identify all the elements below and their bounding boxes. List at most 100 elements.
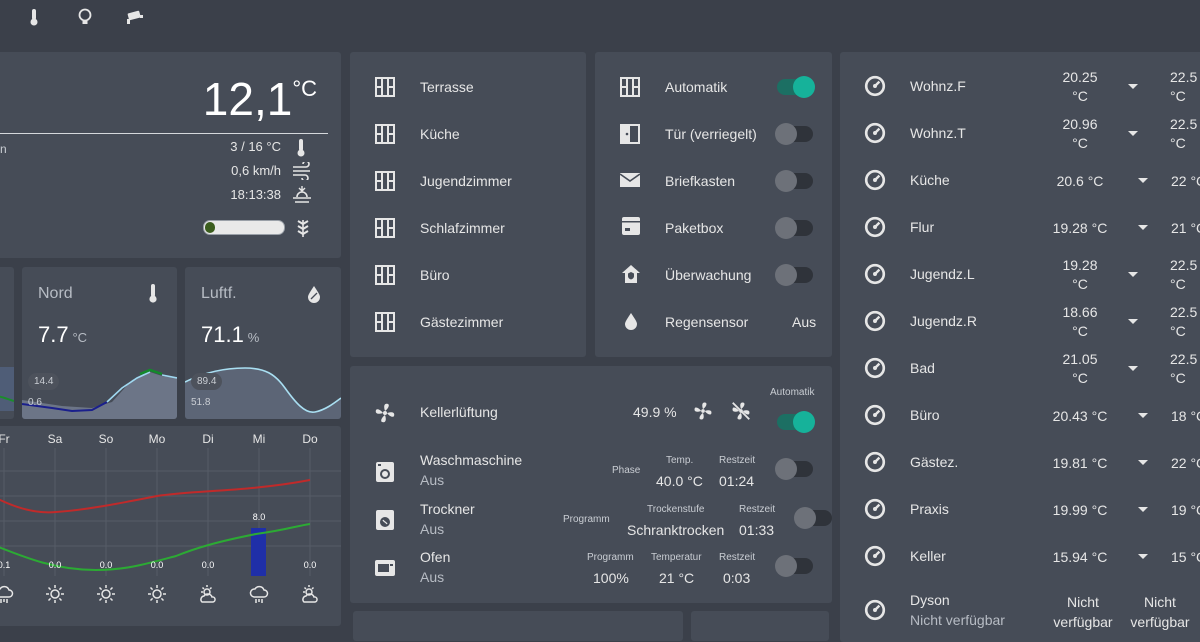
trockner-toggle[interactable] bbox=[794, 507, 832, 529]
thermostat-target[interactable]: 22.5 °C bbox=[1170, 256, 1197, 294]
ueberwachung-label: Überwachung bbox=[665, 267, 752, 283]
window-row-label[interactable]: Jugendzimmer bbox=[420, 173, 512, 189]
waschmaschine-toggle[interactable] bbox=[775, 458, 813, 480]
dyson-value-1: Nicht verfügbar bbox=[1053, 594, 1113, 630]
camera-icon[interactable] bbox=[125, 7, 145, 27]
thermostat-name: Gästez. bbox=[910, 454, 959, 470]
package-icon bbox=[622, 217, 640, 235]
window-row-label[interactable]: Büro bbox=[420, 267, 450, 283]
chevron-down-icon[interactable] bbox=[1128, 131, 1138, 136]
window-row-label[interactable]: Gästezimmer bbox=[420, 314, 503, 330]
thermostat-target[interactable]: 22.5 °C bbox=[1170, 350, 1197, 388]
door-icon bbox=[620, 124, 640, 144]
fan-off-icon[interactable] bbox=[730, 400, 752, 422]
fan-icon bbox=[375, 403, 395, 423]
fan-icon[interactable] bbox=[692, 400, 714, 422]
window-icon bbox=[375, 265, 395, 285]
window-icon bbox=[375, 218, 395, 238]
thermostat-icon bbox=[864, 122, 886, 144]
chevron-down-icon[interactable] bbox=[1128, 84, 1138, 89]
paketbox-toggle[interactable] bbox=[775, 217, 813, 239]
automatik-toggle[interactable] bbox=[777, 76, 815, 98]
bottom-card-2 bbox=[691, 611, 829, 641]
pollen-bar bbox=[203, 220, 285, 235]
nord-title: Nord bbox=[38, 285, 73, 302]
humidity-card[interactable]: Luftf. 71.1 % 89.4 51.8 bbox=[185, 267, 341, 419]
tuer-label: Tür (verriegelt) bbox=[665, 126, 757, 142]
thermostat-target[interactable]: 15 °C bbox=[1171, 548, 1200, 567]
kellerlueftung-value: 49.9 % bbox=[633, 404, 677, 420]
thermostat-target[interactable]: 19 °C bbox=[1171, 501, 1200, 520]
rain-cloud-icon bbox=[0, 585, 14, 603]
ofen-temp-label: Temperatur bbox=[651, 552, 702, 563]
kellerlueftung-label: Kellerlüftung bbox=[420, 404, 498, 420]
waschmaschine-temp-label: Temp. bbox=[666, 455, 694, 466]
thermostat-current: 20.25 °C bbox=[1062, 69, 1098, 104]
ofen-program: 100% bbox=[593, 570, 629, 586]
waschmaschine-phase-label: Phase bbox=[612, 465, 641, 476]
switches-card: Automatik Tür (verriegelt) Briefkasten P… bbox=[595, 52, 832, 357]
mail-icon bbox=[619, 173, 641, 187]
washing-machine-icon bbox=[376, 462, 394, 482]
ueberwachung-toggle[interactable] bbox=[775, 264, 813, 286]
thermostat-target[interactable]: 22.5 °C bbox=[1170, 115, 1197, 153]
thermostat-name: Jugendz.L bbox=[910, 266, 975, 282]
chevron-down-icon[interactable] bbox=[1138, 554, 1148, 559]
ofen-state: Aus bbox=[420, 569, 445, 585]
waschmaschine-rest: 01:24 bbox=[719, 473, 755, 489]
thermostat-current: 19.81 °C bbox=[1052, 455, 1108, 471]
forecast-card: Fr Sa So Mo Di Mi Do 0.1 0.0 0.0 0.0 0.0 8.0 0.0 bbox=[0, 426, 341, 626]
window-icon bbox=[375, 312, 395, 332]
thermostat-target[interactable]: 22 °C bbox=[1171, 454, 1200, 473]
wind-icon bbox=[293, 162, 310, 180]
sun-icon bbox=[46, 585, 64, 603]
wind-speed: 0,6 km/h bbox=[231, 163, 281, 178]
thermostats-card: Wohnz.F 20.25 °C 22.5 °C Wohnz.T 20.96 °C 22.… bbox=[840, 52, 1200, 642]
thermostat-target[interactable]: 22 °C bbox=[1171, 172, 1200, 191]
thermostat-target[interactable]: 22.5 °C bbox=[1170, 303, 1197, 341]
weather-label-fragment: n bbox=[0, 142, 7, 156]
kellerlueftung-toggle[interactable] bbox=[777, 411, 815, 433]
nord-value: 7.7 °C bbox=[38, 322, 88, 347]
chevron-down-icon[interactable] bbox=[1138, 413, 1148, 418]
briefkasten-label: Briefkasten bbox=[665, 173, 736, 189]
mini-card-left bbox=[0, 267, 14, 419]
briefkasten-toggle[interactable] bbox=[775, 170, 813, 192]
chevron-down-icon[interactable] bbox=[1138, 460, 1148, 465]
sunset-time: 18:13:38 bbox=[230, 187, 281, 202]
thermostat-name: Flur bbox=[910, 219, 935, 235]
chevron-down-icon[interactable] bbox=[1128, 272, 1138, 277]
sun-icon bbox=[97, 585, 115, 603]
sun-icon bbox=[148, 585, 166, 603]
tuer-toggle[interactable] bbox=[775, 123, 813, 145]
kellerlueftung-auto-label: Automatik bbox=[770, 387, 815, 398]
humidity-max: 89.4 bbox=[191, 373, 223, 390]
trockner-label: Trockner bbox=[420, 501, 475, 517]
ofen-toggle[interactable] bbox=[775, 555, 813, 577]
windows-card: Terrasse Küche Jugendzimmer Schlafzimmer Bür… bbox=[350, 52, 586, 357]
thermostat-target[interactable]: 21 °C bbox=[1171, 219, 1200, 238]
thermostat-target[interactable]: 22.5 °C bbox=[1170, 68, 1197, 106]
partly-cloudy-icon bbox=[200, 585, 216, 603]
chevron-down-icon[interactable] bbox=[1138, 225, 1148, 230]
chevron-down-icon[interactable] bbox=[1128, 319, 1138, 324]
ofen-rest: 0:03 bbox=[723, 570, 751, 586]
window-icon bbox=[375, 124, 395, 144]
chevron-down-icon[interactable] bbox=[1138, 178, 1148, 183]
ofen-rest-label: Restzeit bbox=[719, 552, 756, 563]
chevron-down-icon[interactable] bbox=[1128, 366, 1138, 371]
nord-card[interactable]: Nord 7.7 °C 14.4 0.6 bbox=[22, 267, 177, 419]
forecast-rain-value: 0.0 bbox=[303, 560, 317, 570]
lightbulb-icon[interactable] bbox=[75, 7, 95, 27]
window-row-label[interactable]: Terrasse bbox=[420, 79, 474, 95]
thermostat-target[interactable]: 18 °C bbox=[1171, 407, 1200, 426]
window-row-label[interactable]: Schlafzimmer bbox=[420, 220, 505, 236]
nord-max: 14.4 bbox=[28, 373, 60, 390]
ofen-label: Ofen bbox=[420, 549, 451, 565]
thermostat-icon bbox=[864, 498, 886, 520]
divider bbox=[0, 133, 328, 134]
window-row-label[interactable]: Küche bbox=[420, 126, 460, 142]
sunset-icon bbox=[293, 186, 311, 203]
chevron-down-icon[interactable] bbox=[1138, 507, 1148, 512]
thermometer-icon[interactable] bbox=[24, 7, 44, 27]
